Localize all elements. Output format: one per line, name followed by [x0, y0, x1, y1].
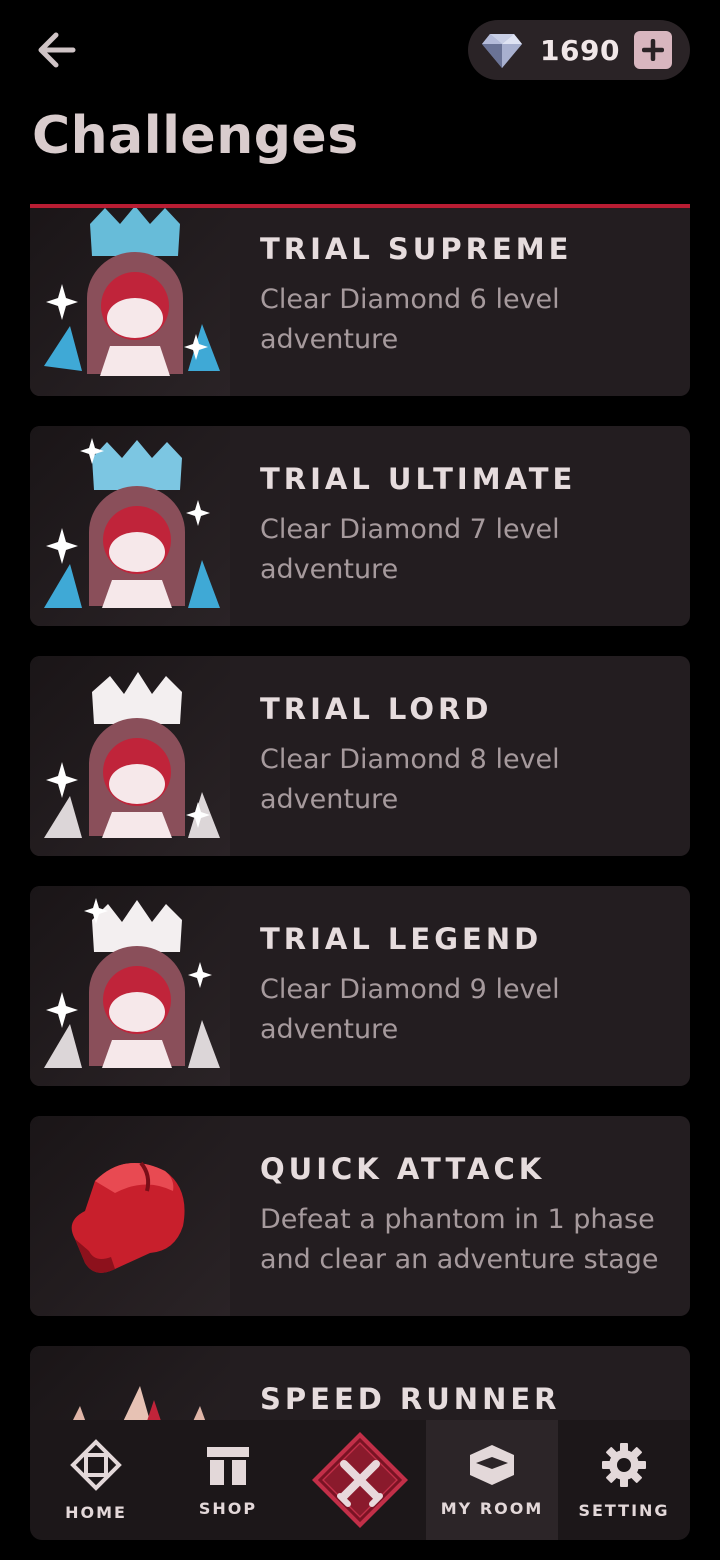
challenge-title: QUICK ATTACK — [260, 1152, 546, 1186]
challenge-title: SPEED RUNNER — [260, 1382, 561, 1416]
add-gems-button[interactable] — [634, 31, 672, 69]
challenge-card[interactable]: SPEED RUNNER — [30, 1346, 690, 1420]
challenge-card[interactable]: TRIAL ULTIMATE Clear Diamond 7 level adv… — [30, 426, 690, 626]
challenge-title: TRIAL SUPREME — [260, 232, 573, 266]
challenge-card[interactable]: TRIAL LORD Clear Diamond 8 level adventu… — [30, 656, 690, 856]
nav-home[interactable]: HOME — [30, 1420, 162, 1540]
nav-label: SHOP — [198, 1498, 258, 1518]
challenge-description: Clear Diamond 6 level adventure — [260, 284, 560, 355]
nav-label: HOME — [65, 1502, 127, 1522]
white-crown-girl-sparkle-icon — [30, 886, 230, 1086]
challenge-title: TRIAL LORD — [260, 692, 493, 726]
blue-crown-girl-icon — [30, 208, 230, 396]
page-title: Challenges — [32, 106, 359, 166]
challenge-description: Clear Diamond 7 level adventure — [260, 514, 560, 585]
gem-count: 1690 — [540, 33, 620, 67]
home-icon — [70, 1438, 122, 1491]
challenge-title: TRIAL LEGEND — [260, 922, 543, 956]
back-button[interactable] — [32, 26, 80, 74]
crossed-swords-icon — [312, 1432, 408, 1528]
challenge-title: TRIAL ULTIMATE — [260, 462, 577, 496]
boxing-glove-icon — [30, 1116, 230, 1316]
blue-crown-girl-sparkle-icon — [30, 426, 230, 626]
flame-spikes-icon — [30, 1346, 230, 1420]
challenge-card[interactable]: TRIAL SUPREME Clear Diamond 6 level adve… — [30, 208, 690, 396]
nav-shop[interactable]: SHOP — [162, 1420, 294, 1540]
battle-button[interactable] — [294, 1420, 426, 1540]
challenge-list[interactable]: TRIAL SUPREME Clear Diamond 6 level adve… — [30, 208, 690, 1420]
white-crown-girl-icon — [30, 656, 230, 856]
diamond-icon — [480, 28, 524, 72]
nav-setting[interactable]: SETTING — [558, 1420, 690, 1540]
nav-my-room[interactable]: MY ROOM — [426, 1420, 558, 1540]
challenge-description: Clear Diamond 8 level adventure — [260, 744, 560, 815]
nav-label: MY ROOM — [440, 1498, 544, 1518]
challenge-description: Defeat a phantom in 1 phase and clear an… — [260, 1204, 659, 1275]
back-arrow-icon — [38, 32, 76, 68]
challenge-card[interactable]: TRIAL LEGEND Clear Diamond 9 level adven… — [30, 886, 690, 1086]
top-bar: 1690 Challenges — [0, 0, 720, 208]
gear-icon — [602, 1442, 646, 1487]
challenge-description: Clear Diamond 9 level adventure — [260, 974, 560, 1045]
bottom-nav: HOME SHOP MY ROOM SETTING — [30, 1420, 690, 1540]
challenge-card[interactable]: QUICK ATTACK Defeat a phantom in 1 phase… — [30, 1116, 690, 1316]
gift-icon — [207, 1446, 249, 1485]
nav-label: SETTING — [578, 1500, 670, 1520]
room-cube-icon — [470, 1444, 514, 1485]
gem-balance: 1690 — [468, 20, 690, 80]
plus-icon — [642, 39, 664, 61]
